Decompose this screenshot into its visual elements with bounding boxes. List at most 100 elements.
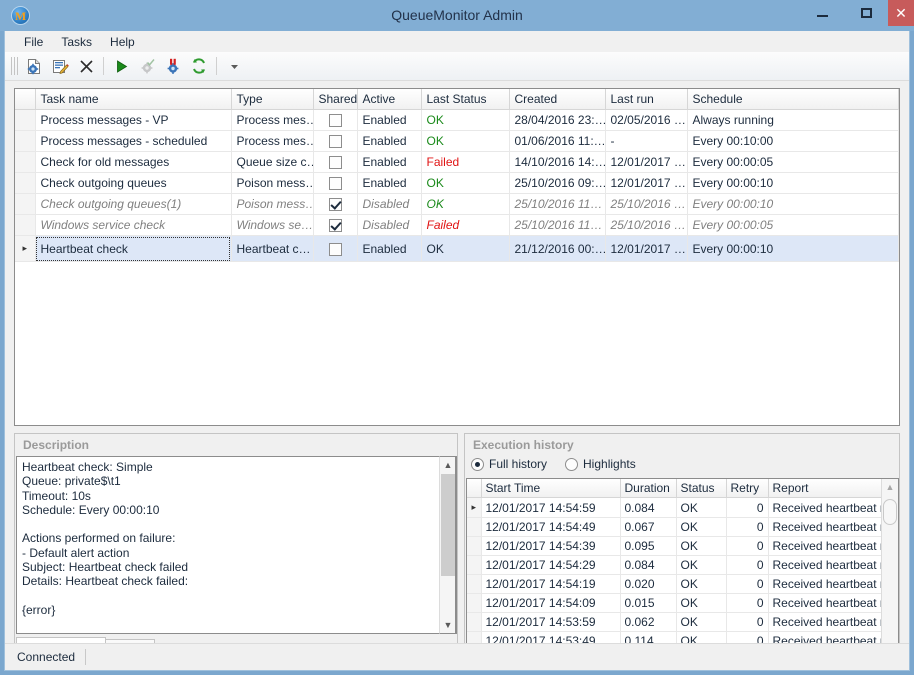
shared-checkbox[interactable]	[329, 243, 342, 256]
delete-task-button[interactable]	[74, 55, 98, 78]
shared-checkbox[interactable]	[329, 156, 342, 169]
cell-schedule[interactable]: Every 00:00:10	[687, 194, 899, 215]
cell-start-time[interactable]: 12/01/2017 14:53:59	[481, 613, 620, 632]
row-marker[interactable]	[467, 613, 481, 632]
description-scrollbar[interactable]: ▲ ▼	[439, 456, 456, 634]
cell-task-name[interactable]: Windows service check	[35, 215, 231, 236]
menu-item-help[interactable]: Help	[101, 32, 144, 52]
cell-type[interactable]: Process mes…	[231, 110, 313, 131]
cell-report[interactable]: Received heartbeat message…	[768, 518, 883, 537]
row-marker[interactable]	[467, 594, 481, 613]
shared-checkbox[interactable]	[329, 114, 342, 127]
row-marker[interactable]	[15, 110, 35, 131]
row-marker[interactable]	[467, 556, 481, 575]
cell-duration[interactable]: 0.095	[620, 537, 676, 556]
table-row[interactable]: 12/01/2017 14:53:590.062OK0Received hear…	[467, 613, 883, 632]
cell-retry[interactable]: 0	[726, 556, 768, 575]
cell-created[interactable]: 21/12/2016 00:…	[509, 236, 605, 262]
cell-duration[interactable]: 0.020	[620, 575, 676, 594]
cell-active[interactable]: Disabled	[357, 215, 421, 236]
cell-active[interactable]: Enabled	[357, 110, 421, 131]
radio-highlights[interactable]: Highlights	[565, 457, 636, 471]
row-marker[interactable]: ▸	[15, 236, 35, 262]
table-row[interactable]: 12/01/2017 14:54:190.020OK0Received hear…	[467, 575, 883, 594]
cell-retry[interactable]: 0	[726, 518, 768, 537]
cell-schedule[interactable]: Every 00:00:05	[687, 152, 899, 173]
column-header-type[interactable]: Type	[231, 89, 313, 110]
cell-report[interactable]: Received heartbeat message…	[768, 498, 883, 518]
column-header-last-run[interactable]: Last run	[605, 89, 687, 110]
cell-task-name[interactable]: Check for old messages	[35, 152, 231, 173]
disable-task-button[interactable]	[161, 55, 185, 78]
column-header-active[interactable]: Active	[357, 89, 421, 110]
table-row[interactable]: 12/01/2017 14:54:090.015OK0Received hear…	[467, 594, 883, 613]
cell-last-status[interactable]: OK	[421, 236, 509, 262]
cell-last-status[interactable]: OK	[421, 194, 509, 215]
row-marker[interactable]	[15, 173, 35, 194]
cell-report[interactable]: Received heartbeat message…	[768, 613, 883, 632]
history-scroll-thumb[interactable]	[883, 499, 897, 525]
cell-retry[interactable]: 0	[726, 575, 768, 594]
table-row[interactable]: Check for old messagesQueue size c…Enabl…	[15, 152, 899, 173]
column-header-duration[interactable]: Duration	[620, 479, 676, 498]
table-row[interactable]: Check outgoing queuesPoison mess…Enabled…	[15, 173, 899, 194]
cell-shared[interactable]	[313, 194, 357, 215]
row-marker[interactable]	[15, 215, 35, 236]
cell-type[interactable]: Heartbeat c…	[231, 236, 313, 262]
cell-last-status[interactable]: OK	[421, 173, 509, 194]
description-scroll-thumb[interactable]	[441, 474, 455, 576]
run-task-button[interactable]	[109, 55, 133, 78]
cell-duration[interactable]: 0.067	[620, 518, 676, 537]
cell-active[interactable]: Disabled	[357, 194, 421, 215]
cell-active[interactable]: Enabled	[357, 152, 421, 173]
description-scroll-up-button[interactable]: ▲	[440, 457, 456, 473]
cell-schedule[interactable]: Every 00:00:05	[687, 215, 899, 236]
cell-schedule[interactable]: Every 00:00:10	[687, 236, 899, 262]
cell-last-run[interactable]: 12/01/2017 …	[605, 173, 687, 194]
cell-last-run[interactable]: 12/01/2017 …	[605, 152, 687, 173]
cell-retry[interactable]: 0	[726, 594, 768, 613]
cell-status[interactable]: OK	[676, 498, 726, 518]
cell-retry[interactable]: 0	[726, 613, 768, 632]
cell-report[interactable]: Received heartbeat message…	[768, 594, 883, 613]
cell-last-run[interactable]: 25/10/2016 …	[605, 194, 687, 215]
cell-start-time[interactable]: 12/01/2017 14:54:39	[481, 537, 620, 556]
cell-start-time[interactable]: 12/01/2017 14:54:59	[481, 498, 620, 518]
cell-report[interactable]: Received heartbeat message…	[768, 575, 883, 594]
cell-task-name[interactable]: Check outgoing queues(1)	[35, 194, 231, 215]
cell-shared[interactable]	[313, 110, 357, 131]
cell-created[interactable]: 25/10/2016 11…	[509, 215, 605, 236]
row-marker[interactable]	[467, 537, 481, 556]
description-text[interactable]: Heartbeat check: Simple Queue: private$\…	[16, 456, 457, 634]
table-row[interactable]: Check outgoing queues(1)Poison mess…Disa…	[15, 194, 899, 215]
table-row[interactable]: 12/01/2017 14:54:390.095OK0Received hear…	[467, 537, 883, 556]
cell-duration[interactable]: 0.015	[620, 594, 676, 613]
cell-last-run[interactable]: 02/05/2016 …	[605, 110, 687, 131]
cell-last-run[interactable]: 12/01/2017 …	[605, 236, 687, 262]
cell-created[interactable]: 14/10/2016 14:…	[509, 152, 605, 173]
history-scroll-up-button[interactable]: ▲	[882, 479, 898, 495]
column-header-last-status[interactable]: Last Status	[421, 89, 509, 110]
cell-schedule[interactable]: Every 00:10:00	[687, 131, 899, 152]
row-marker[interactable]	[467, 575, 481, 594]
cell-type[interactable]: Windows se…	[231, 215, 313, 236]
menu-item-tasks[interactable]: Tasks	[52, 32, 101, 52]
column-header-retry[interactable]: Retry	[726, 479, 768, 498]
execution-history-grid[interactable]: Start Time Duration Status Retry Report …	[466, 478, 899, 667]
cell-schedule[interactable]: Every 00:00:10	[687, 173, 899, 194]
column-header-status[interactable]: Status	[676, 479, 726, 498]
toolbar-grip[interactable]	[11, 57, 18, 75]
cell-last-status[interactable]: Failed	[421, 152, 509, 173]
table-row[interactable]: ▸Heartbeat checkHeartbeat c…EnabledOK21/…	[15, 236, 899, 262]
toolbar-overflow-button[interactable]	[222, 55, 246, 78]
cell-retry[interactable]: 0	[726, 537, 768, 556]
cell-shared[interactable]	[313, 215, 357, 236]
cell-shared[interactable]	[313, 173, 357, 194]
row-marker[interactable]	[15, 131, 35, 152]
cell-type[interactable]: Process mes…	[231, 131, 313, 152]
column-header-schedule[interactable]: Schedule	[687, 89, 899, 110]
minimize-button[interactable]	[800, 0, 844, 26]
cell-status[interactable]: OK	[676, 537, 726, 556]
table-row[interactable]: Process messages - VPProcess mes…Enabled…	[15, 110, 899, 131]
column-header-report[interactable]: Report	[768, 479, 883, 498]
